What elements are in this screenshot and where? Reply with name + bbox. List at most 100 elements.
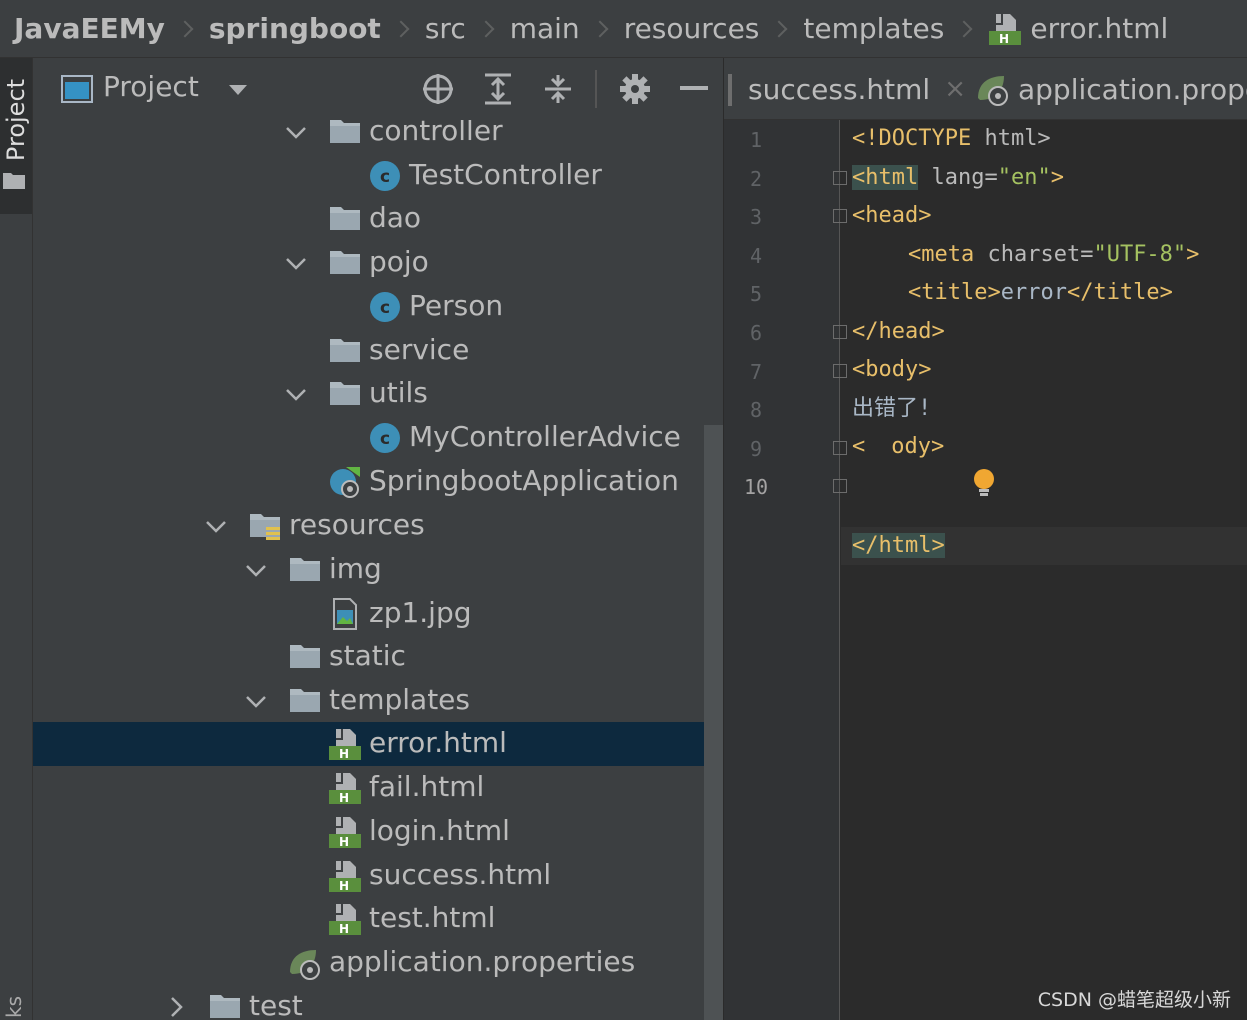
folder-icon	[288, 640, 322, 674]
chevron-down-icon[interactable]	[241, 548, 271, 592]
locate-file-button[interactable]	[421, 72, 455, 106]
tab-success-html[interactable]: success.html ×	[748, 58, 966, 119]
spring-properties-icon	[288, 946, 322, 980]
code-line-2: <html lang="en">	[852, 159, 1064, 197]
line-number: 2	[749, 166, 763, 191]
editor-tab-bar: success.html × application.prope	[724, 58, 1247, 120]
chevron-down-icon[interactable]	[241, 679, 271, 723]
project-view-selector[interactable]: Project	[103, 70, 199, 103]
tree-item-label: templates	[329, 683, 470, 716]
lightbulb-icon[interactable]	[865, 430, 995, 496]
tree-item[interactable]: zp1.jpg	[33, 592, 723, 636]
breadcrumb-item[interactable]: main	[510, 12, 580, 45]
chevron-down-icon[interactable]	[281, 241, 311, 285]
folder-icon	[208, 990, 242, 1020]
tree-item[interactable]: SpringbootApplication	[33, 460, 723, 504]
breadcrumb-item[interactable]: src	[425, 12, 466, 45]
expand-all-icon	[485, 73, 511, 105]
breadcrumb-separator	[477, 20, 495, 37]
tree-item[interactable]: resources	[33, 504, 723, 548]
tree-item[interactable]: templates	[33, 679, 723, 723]
breadcrumb-label: main	[509, 12, 580, 45]
breadcrumb-label: src	[424, 12, 466, 45]
code-token: "en"	[997, 165, 1051, 190]
chevron-right-icon[interactable]	[161, 985, 191, 1020]
project-panel-header: Project	[33, 58, 723, 120]
code-token: html>	[984, 126, 1051, 151]
code-line-6: </head>	[852, 313, 945, 351]
code-line-7: <body>	[852, 351, 931, 389]
tree-item[interactable]: Hfail.html	[33, 766, 723, 810]
breadcrumb-separator	[392, 20, 410, 37]
tab-label: success.html	[748, 72, 931, 106]
code-token: <meta	[908, 242, 975, 267]
tab-application-properties[interactable]: application.prope	[976, 58, 1247, 119]
project-tree-scrollbar[interactable]	[704, 425, 723, 1020]
project-tool-window-label: Project	[2, 78, 30, 162]
tree-item[interactable]: c Person	[33, 285, 723, 329]
tree-item[interactable]: pojo	[33, 241, 723, 285]
code-line-3: <head>	[852, 197, 931, 235]
breadcrumb-label: JavaEEMy	[14, 12, 165, 45]
breadcrumb-separator	[955, 20, 973, 37]
breadcrumb-label: springboot	[208, 12, 381, 45]
tree-item[interactable]: application.properties	[33, 941, 723, 985]
breadcrumb-item[interactable]: JavaEEMy	[14, 12, 165, 45]
tree-item[interactable]: c TestController	[33, 154, 723, 198]
code-line-9: < ody>	[852, 428, 995, 496]
folder-icon	[288, 553, 322, 587]
tree-item-label: error.html	[369, 726, 507, 759]
code-token: <html	[852, 165, 919, 190]
breadcrumb-item[interactable]: springboot	[209, 12, 381, 45]
tree-item[interactable]: Hsuccess.html	[33, 854, 723, 898]
tree-item[interactable]: test	[33, 985, 723, 1020]
folder-icon	[328, 246, 362, 280]
code-area[interactable]: <!DOCTYPE html> <html lang="en"> <head> …	[841, 120, 1247, 1020]
navigation-bar: JavaEEMy springboot src main resources templa…	[0, 0, 1247, 58]
svg-text:c: c	[380, 429, 390, 449]
breadcrumb-separator	[591, 20, 609, 37]
code-token: <	[852, 434, 866, 459]
tree-item[interactable]: service	[33, 329, 723, 373]
collapse-all-button[interactable]	[541, 72, 575, 106]
tree-item[interactable]: c MyControllerAdvice	[33, 416, 723, 460]
tree-item[interactable]: Herror.html	[33, 722, 723, 766]
breadcrumb-item[interactable]: Herror.html	[988, 12, 1168, 46]
crosshair-icon	[423, 74, 453, 104]
folder-icon	[288, 684, 322, 718]
chevron-down-icon[interactable]	[281, 372, 311, 416]
tree-item-label: pojo	[369, 245, 429, 278]
tree-item[interactable]: img	[33, 548, 723, 592]
tree-item-label: test	[249, 989, 303, 1020]
breadcrumb-item[interactable]: resources	[624, 12, 760, 45]
svg-text:H: H	[339, 922, 349, 936]
line-number: 8	[749, 398, 763, 423]
tree-item-label: MyControllerAdvice	[409, 420, 681, 453]
tree-item[interactable]: static	[33, 635, 723, 679]
tree-item[interactable]: dao	[33, 197, 723, 241]
breadcrumb-label: resources	[623, 12, 760, 45]
tree-item[interactable]: utils	[33, 372, 723, 416]
bookmarks-tool-window-button[interactable]: ks	[2, 996, 26, 1018]
chevron-down-icon[interactable]	[201, 504, 231, 548]
breadcrumb-item[interactable]: templates	[803, 12, 944, 45]
code-token: <body>	[852, 357, 932, 382]
code-token: error	[1000, 280, 1067, 305]
settings-button[interactable]	[618, 72, 652, 106]
close-icon[interactable]: ×	[944, 74, 966, 104]
hide-panel-button[interactable]	[678, 72, 712, 106]
folder-icon	[3, 173, 25, 189]
tree-item[interactable]: Htest.html	[33, 897, 723, 941]
svg-text:H: H	[339, 747, 349, 761]
tree-item[interactable]: Hlogin.html	[33, 810, 723, 854]
code-token: </head>	[852, 319, 945, 344]
project-tool-window-button[interactable]: Project	[0, 58, 32, 214]
project-view-icon	[61, 75, 93, 103]
tree-item-label: dao	[369, 201, 422, 234]
tree-item-label: application.properties	[329, 945, 636, 978]
chevron-down-icon[interactable]	[228, 84, 248, 96]
line-number: 3	[749, 205, 763, 230]
code-line-10: </html>	[852, 527, 945, 565]
expand-all-button[interactable]	[481, 72, 515, 106]
tree-item-label: service	[369, 333, 470, 366]
